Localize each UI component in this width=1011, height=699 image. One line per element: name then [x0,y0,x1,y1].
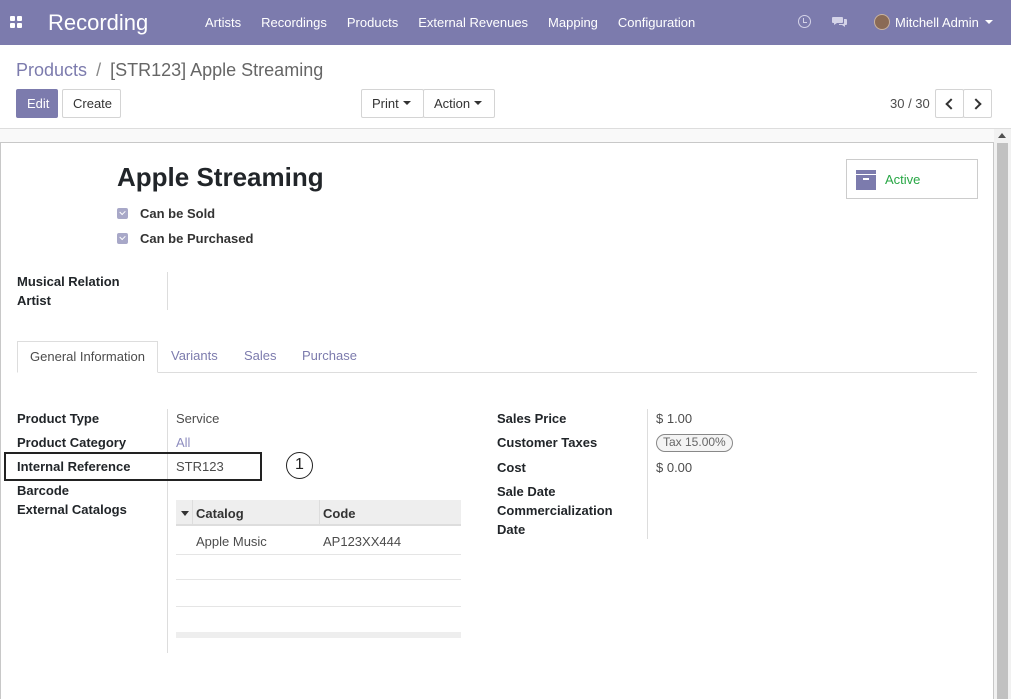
scroll-up-arrow-icon[interactable] [998,133,1006,138]
annotation-highlight-box [4,452,262,481]
tab-variants[interactable]: Variants [171,341,218,373]
edit-button[interactable]: Edit [16,89,58,118]
customer-taxes-label: Customer Taxes [497,435,598,450]
breadcrumb-separator: / [96,60,102,80]
breadcrumb-current: [STR123] Apple Streaming [110,60,324,80]
create-button[interactable]: Create [62,89,121,118]
field-separator [167,409,168,653]
product-type-value[interactable]: Service [176,411,219,426]
row-divider [176,579,461,580]
activity-clock-icon[interactable] [798,15,811,28]
chevron-left-icon [945,98,957,110]
artist-label: Artist [17,293,51,308]
can-be-sold-label: Can be Sold [140,206,216,221]
breadcrumb: Products / [STR123] Apple Streaming [16,60,323,81]
field-separator [647,409,648,539]
menu-item-artists[interactable]: Artists [195,0,251,45]
tab-purchase[interactable]: Purchase [302,341,357,373]
pager-previous-button[interactable] [935,89,964,118]
main-menu: Artists Recordings Products External Rev… [195,0,705,45]
menu-item-external-revenues[interactable]: External Revenues [408,0,538,45]
menu-item-recordings[interactable]: Recordings [251,0,337,45]
menu-item-configuration[interactable]: Configuration [608,0,705,45]
can-be-sold-checkbox[interactable] [117,208,128,219]
row-divider [176,606,461,607]
action-label: Action [434,96,471,111]
product-name[interactable]: Apple Streaming [117,162,324,193]
musical-relation-label: Musical Relation [17,274,120,289]
menu-item-mapping[interactable]: Mapping [538,0,608,45]
table-footer [176,632,461,638]
column-separator [319,500,320,526]
can-be-purchased-checkbox[interactable] [117,233,128,244]
chevron-right-icon [970,98,982,110]
cost-label: Cost [497,460,526,475]
tax-badge[interactable]: Tax 15.00% [656,434,733,452]
active-toggle-button[interactable]: Active [846,159,978,199]
action-dropdown[interactable]: Action [423,89,495,118]
table-header: Catalog Code [176,500,461,526]
apps-menu-icon[interactable] [10,16,22,28]
field-separator [167,272,168,310]
chevron-down-icon [474,100,483,105]
chat-icon[interactable] [832,15,848,29]
commercialization-label: Commercialization [497,503,613,518]
sales-price-label: Sales Price [497,411,567,426]
pager-value[interactable]: 30 / 30 [890,96,930,111]
print-dropdown[interactable]: Print [361,89,424,118]
cost-value[interactable]: $ 0.00 [656,460,692,475]
menu-item-products[interactable]: Products [337,0,408,45]
sales-price-value[interactable]: $ 1.00 [656,411,692,426]
app-brand[interactable]: Recording [48,10,148,36]
top-navbar: Recording Artists Recordings Products Ex… [0,0,1011,45]
archive-icon [856,170,876,190]
code-cell[interactable]: AP123XX444 [323,534,401,549]
product-category-link[interactable]: All [176,435,190,450]
column-separator [192,500,193,526]
date-label: Date [497,522,526,537]
print-label: Print [372,96,399,111]
tab-general-information[interactable]: General Information [17,341,158,373]
tab-sales[interactable]: Sales [244,341,277,373]
user-menu-name[interactable]: Mitchell Admin [895,15,979,30]
product-category-label: Product Category [17,435,127,450]
row-divider [176,554,461,555]
column-header-code[interactable]: Code [323,506,356,521]
breadcrumb-products[interactable]: Products [16,60,87,80]
user-avatar[interactable] [874,14,890,30]
can-be-purchased-label: Can be Purchased [140,231,254,246]
scrollbar-thumb[interactable] [997,143,1008,699]
annotation-number: 1 [286,452,313,479]
chevron-down-icon[interactable] [985,20,993,24]
pager-next-button[interactable] [963,89,992,118]
active-label: Active [885,172,921,187]
chevron-down-icon [402,100,411,105]
can-be-purchased-field[interactable]: Can be Purchased [117,231,253,246]
sort-caret-icon[interactable] [181,511,189,516]
column-header-catalog[interactable]: Catalog [196,506,244,521]
can-be-sold-field[interactable]: Can be Sold [117,206,215,221]
product-type-label: Product Type [17,411,100,426]
barcode-label: Barcode [17,483,70,498]
external-catalogs-label: External Catalogs [17,502,127,517]
sale-date-label: Sale Date [497,484,556,499]
catalog-cell[interactable]: Apple Music [196,534,267,549]
tabs-underline [17,372,977,373]
